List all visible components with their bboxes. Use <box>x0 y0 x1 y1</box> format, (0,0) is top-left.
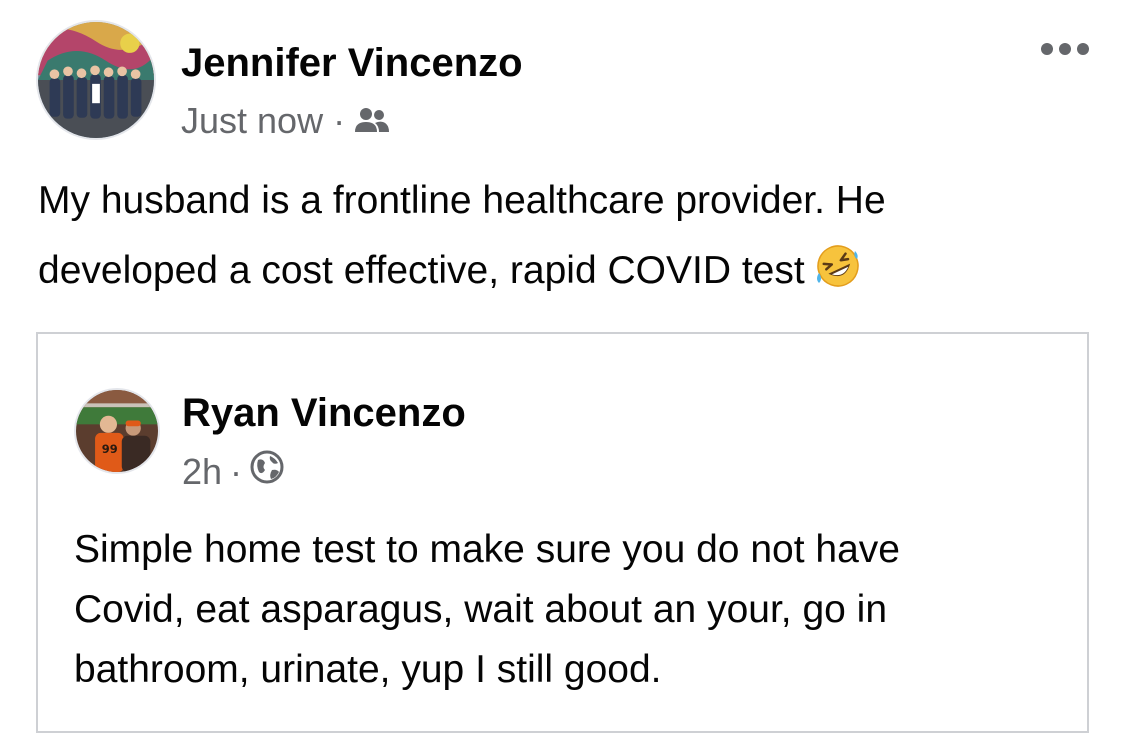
rolling-on-floor-laughing-emoji-icon <box>815 242 861 312</box>
post-text-line: developed a cost effective, rapid COVID … <box>38 236 1098 312</box>
shared-author-avatar[interactable]: 99 <box>74 388 160 474</box>
post-text-line: My husband is a frontline healthcare pro… <box>38 179 886 222</box>
more-options-dot <box>1041 43 1053 55</box>
meta-separator: · <box>333 100 346 141</box>
shared-post-text-line: Simple home test to make sure you do not… <box>74 528 900 571</box>
shared-post-text-line: Covid, eat asparagus, wait about an your… <box>74 588 888 631</box>
facebook-post: Jennifer Vincenzo Just now · My husband … <box>0 0 1125 734</box>
shared-post-text: Simple home test to make sure you do not… <box>74 520 1074 700</box>
post-meta: Just now · <box>181 100 390 142</box>
post-timestamp[interactable]: Just now <box>181 100 323 142</box>
group-photo-image <box>38 22 154 138</box>
post-text: My husband is a frontline healthcare pro… <box>38 166 1098 312</box>
shared-post-timestamp[interactable]: 2h <box>182 451 222 493</box>
more-options-dot <box>1077 43 1089 55</box>
globe-icon[interactable] <box>250 450 284 493</box>
shared-post-text-line: bathroom, urinate, yup I still good. <box>74 648 662 691</box>
more-options-button[interactable] <box>1032 30 1098 68</box>
author-avatar[interactable] <box>36 20 156 140</box>
shared-author-name[interactable]: Ryan Vincenzo <box>182 390 466 436</box>
shared-post-card[interactable]: 99 Ryan Vincenzo 2h · Simple home test t… <box>36 332 1089 733</box>
shared-post-meta: 2h · <box>182 450 284 493</box>
stadium-photo-image: 99 <box>76 390 158 472</box>
meta-separator: · <box>230 450 243 492</box>
more-options-dot <box>1059 43 1071 55</box>
svg-text:99: 99 <box>102 442 118 456</box>
friends-icon[interactable] <box>355 106 390 136</box>
author-name[interactable]: Jennifer Vincenzo <box>181 40 523 86</box>
